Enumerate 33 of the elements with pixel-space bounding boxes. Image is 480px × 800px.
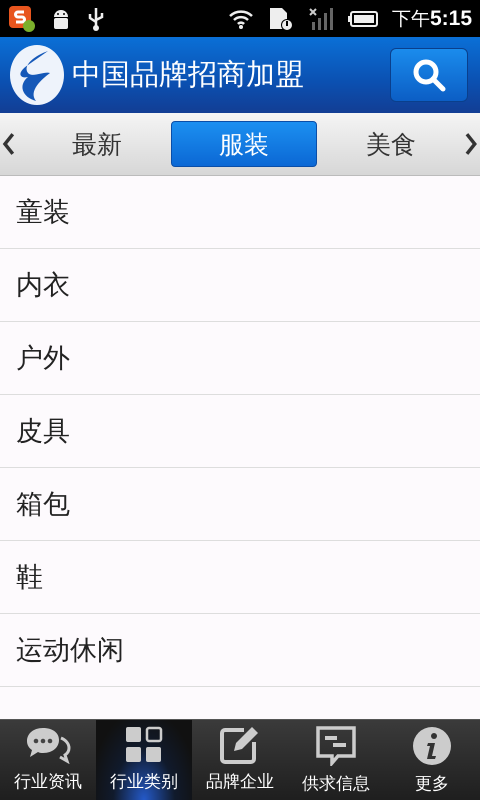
list-item[interactable]: 鞋 xyxy=(0,541,480,614)
search-icon xyxy=(411,57,447,93)
signal-icon xyxy=(308,6,334,32)
list-item[interactable]: 户外 xyxy=(0,322,480,395)
search-button[interactable] xyxy=(390,48,468,102)
category-tab[interactable]: 美食 xyxy=(317,121,464,167)
chevron-left-icon[interactable] xyxy=(2,132,16,156)
edit-icon xyxy=(220,726,260,764)
wifi-icon xyxy=(228,8,254,30)
list-item[interactable]: 皮具 xyxy=(0,395,480,468)
list-item[interactable]: 童装 xyxy=(0,176,480,249)
list-item[interactable]: 运动休闲 xyxy=(0,614,480,687)
nav-tab[interactable]: 更多 xyxy=(384,720,480,800)
nav-tab[interactable]: 行业类别 xyxy=(96,720,192,800)
nav-tab[interactable]: 品牌企业 xyxy=(192,720,288,800)
chat-icon xyxy=(25,726,71,764)
chevron-right-icon[interactable] xyxy=(464,132,478,156)
battery-icon xyxy=(348,10,378,28)
message-icon xyxy=(316,726,356,766)
logo-icon xyxy=(8,43,66,107)
nav-tab[interactable]: 行业资讯 xyxy=(0,720,96,800)
list-item[interactable]: 内衣 xyxy=(0,249,480,322)
info-icon xyxy=(412,726,452,766)
list-item[interactable]: 箱包 xyxy=(0,468,480,541)
sim-alert-icon xyxy=(268,6,294,32)
nav-tab[interactable]: 供求信息 xyxy=(288,720,384,800)
category-tab[interactable]: 最新 xyxy=(24,121,171,167)
status-time: 下午5:15 xyxy=(392,6,472,32)
usb-icon xyxy=(86,6,106,32)
category-tab[interactable]: 服装 xyxy=(170,121,318,167)
app-title: 中国品牌招商加盟 xyxy=(72,56,305,93)
app-logo-icon xyxy=(8,4,36,32)
grid-icon xyxy=(125,726,163,764)
